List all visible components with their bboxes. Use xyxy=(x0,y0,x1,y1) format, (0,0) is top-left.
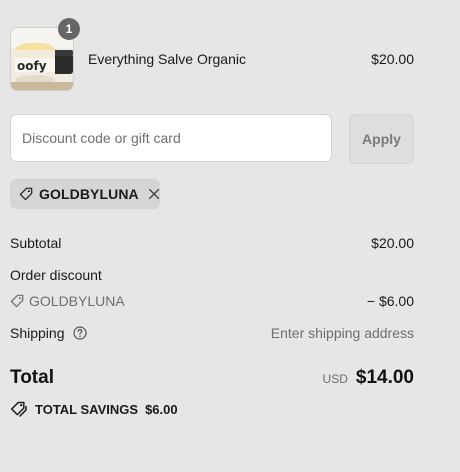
subtotal-label: Subtotal xyxy=(10,235,62,251)
total-amount: $14.00 xyxy=(355,367,414,388)
discount-code-row: GOLDBYLUNA − $6.00 xyxy=(10,293,414,311)
tags-icon xyxy=(10,401,27,417)
subtotal-value: $20.00 xyxy=(371,235,414,251)
product-name: Everything Salve Organic xyxy=(88,51,246,67)
shipping-row: Shipping Enter shipping address xyxy=(10,325,414,343)
subtotal-row: Subtotal $20.00 xyxy=(10,235,414,253)
discount-code-input[interactable] xyxy=(10,114,332,162)
tag-icon xyxy=(19,187,33,201)
quantity-badge: 1 xyxy=(58,18,80,40)
product-price: $20.00 xyxy=(371,51,414,67)
discount-form: Apply xyxy=(10,114,414,164)
total-label: Total xyxy=(10,367,54,388)
line-item: oofy 1 Everything Salve Organic $20.00 xyxy=(10,18,414,91)
apply-button[interactable]: Apply xyxy=(349,114,414,164)
help-icon[interactable] xyxy=(73,326,87,340)
thumb-brand-text: oofy xyxy=(17,59,47,73)
order-discount-label: Order discount xyxy=(10,267,102,283)
total-savings-value: $6.00 xyxy=(145,401,178,417)
total-row: Total USD $14.00 xyxy=(10,367,414,391)
discount-code-label: GOLDBYLUNA xyxy=(29,293,125,309)
total-savings-label: TOTAL SAVINGS xyxy=(35,401,139,417)
currency-code: USD xyxy=(322,372,348,386)
applied-discount-chip: GOLDBYLUNA xyxy=(10,179,160,209)
shipping-label: Shipping xyxy=(10,325,65,341)
total-savings-row: TOTAL SAVINGS $6.00 xyxy=(10,400,178,418)
tag-icon xyxy=(10,294,24,308)
applied-code-label: GOLDBYLUNA xyxy=(38,186,139,202)
close-icon[interactable] xyxy=(148,187,160,201)
discount-value: − $6.00 xyxy=(366,293,414,309)
shipping-value: Enter shipping address xyxy=(270,325,414,341)
order-discount-row: Order discount xyxy=(10,267,414,285)
